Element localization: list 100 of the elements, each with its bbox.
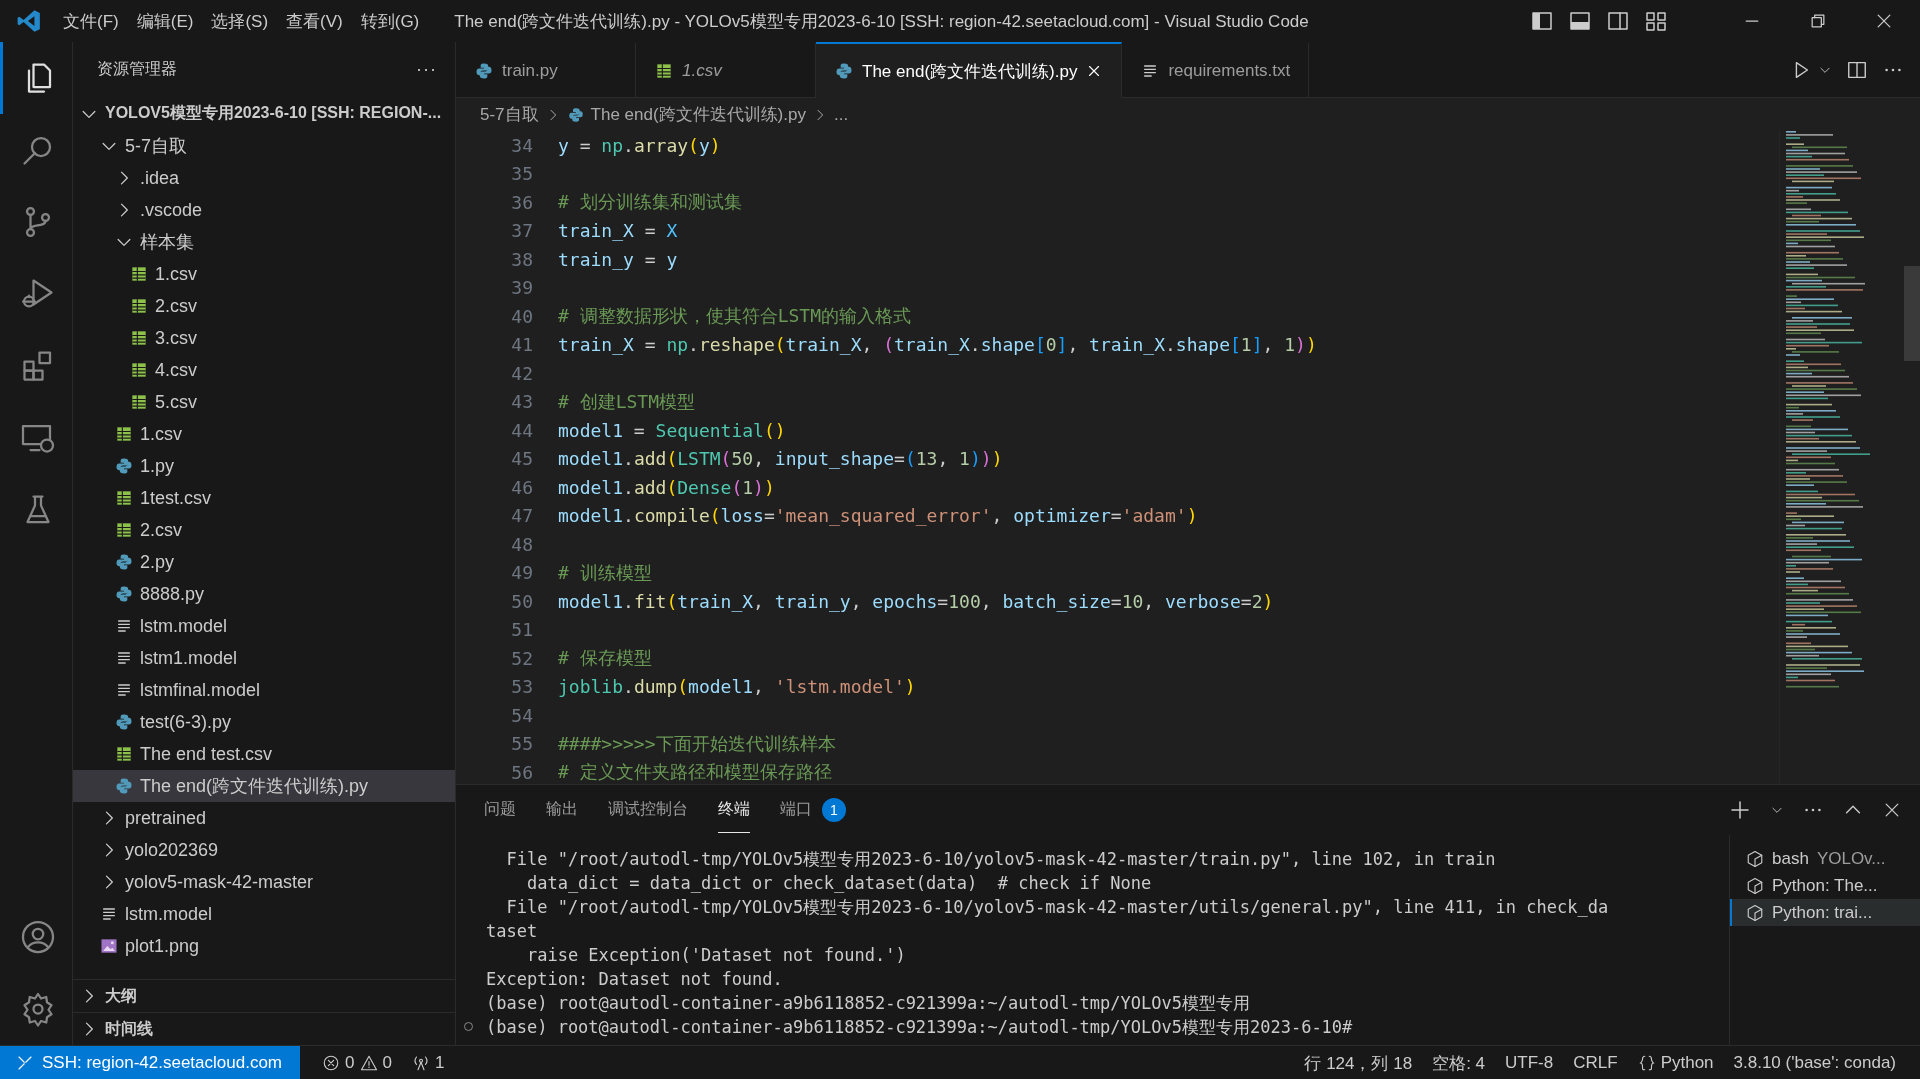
file-item[interactable]: 1.py [73,450,455,482]
line-number: 56 [510,761,533,783]
table-file-icon [114,520,134,540]
file-item[interactable]: 4.csv [73,354,455,386]
file-item[interactable]: 5.csv [73,386,455,418]
table-file-icon [129,264,149,284]
folder-item[interactable]: 样本集 [73,226,455,258]
table-file-icon [129,392,149,412]
line-number: 42 [510,362,533,384]
breadcrumb-item[interactable]: The end(跨文件迭代训练).py [590,103,806,126]
line-number: 44 [510,419,533,441]
python-file-icon [834,61,854,81]
python-file-icon [114,584,134,604]
grid-layout-icon[interactable] [1644,9,1668,33]
terminal-line: taset [486,921,538,941]
code-line: # 保存模型 [558,646,652,671]
file-item[interactable]: lstm1.model [73,642,455,674]
file-item[interactable]: 2.py [73,546,455,578]
line-number: 38 [510,248,533,270]
status-item[interactable]: 空格: 4 [1422,1051,1496,1075]
status-item[interactable]: UTF-8 [1495,1053,1564,1073]
split-layout-icon[interactable] [1606,9,1630,33]
status-item[interactable]: 3.8.10 ('base': conda) [1723,1053,1906,1073]
file-item[interactable]: plot1.png [73,930,455,962]
menu-item[interactable]: 转到(G) [351,5,429,37]
folder-item[interactable]: pretrained [73,802,455,834]
panel-tab[interactable]: 输出 [546,787,578,833]
menu-item[interactable]: 文件(F) [54,5,128,37]
menu-item[interactable]: 查看(V) [277,5,352,37]
file-item[interactable]: 3.csv [73,322,455,354]
panel-tab[interactable]: 调试控制台 [608,787,688,833]
file-item[interactable]: lstmfinal.model [73,674,455,706]
line-number: 54 [510,704,533,726]
ports-button[interactable]: 1 [401,1053,455,1073]
file-item[interactable]: The end test.csv [73,738,455,770]
table-file-icon [114,424,134,444]
count-badge: 1 [822,797,846,822]
line-number: 55 [510,733,533,755]
workspace-header[interactable]: YOLOV5模型专用2023-6-10 [SSH: REGION-... [73,97,455,130]
line-number: 46 [510,476,533,498]
python-file-icon [114,552,134,572]
panel-tab[interactable]: 端口 1 [780,785,846,835]
folder-item[interactable]: yolov5-mask-42-master [73,866,455,898]
add-icon[interactable] [1728,798,1752,822]
code-line: joblib.dump(model1, 'lstm.model') [558,676,916,698]
line-number: 39 [510,277,533,299]
file-item[interactable]: lstm.model [73,610,455,642]
line-number: 48 [510,533,533,555]
terminal-item[interactable]: bash YOLOv... [1730,845,1920,872]
editor-tab[interactable]: requirements.txt [1122,42,1310,97]
terminal-line: File "/root/autodl-tmp/YOLOv5模型专用2023-6-10/yolov5-mask-42-master/train.py", line 102, in train [505,847,1496,871]
code-line: model1 = Sequential() [558,419,786,441]
terminal-item[interactable]: Python: trai... [1730,899,1920,926]
terminal-line: raise Exception('Dataset not found.') [525,945,906,965]
folder-item[interactable]: .idea [73,162,455,194]
more-actions-button[interactable]: ··· [416,59,437,80]
menu-item[interactable]: 选择(S) [202,5,278,37]
file-item[interactable]: The end(跨文件迭代训练).py [73,770,455,802]
line-number: 47 [510,505,533,527]
file-item[interactable]: 1test.csv [73,482,455,514]
folder-item[interactable]: .vscode [73,194,455,226]
panel-layout-icon[interactable] [1568,9,1592,33]
remote-button[interactable]: SSH: region-42.seetacloud.com [0,1046,301,1079]
code-line: model1.fit(train_X, train_y, epochs=100, batch_size=10, verbose=2) [558,590,1274,612]
section-header[interactable]: 大纲 [73,979,455,1012]
file-item[interactable]: lstm.model [73,898,455,930]
language-button[interactable]: Python [1627,1053,1724,1073]
file-item[interactable]: 8888.py [73,578,455,610]
terminal-icon [1746,876,1764,895]
scrollbar-thumb[interactable] [1904,266,1920,361]
folder-item[interactable]: yolo202369 [73,834,455,866]
breadcrumb-item[interactable]: 5-7自取 [480,103,539,126]
file-item[interactable]: 1.csv [73,418,455,450]
terminal-item[interactable]: Python: The... [1730,872,1920,899]
code-line: model1.compile(loss='mean_squared_error', optimizer='adam') [558,505,1198,527]
file-item[interactable]: test(6-3).py [73,706,455,738]
code-line: model1.add(Dense(1)) [558,476,775,498]
python-file-icon [114,712,134,732]
line-number: 50 [510,590,533,612]
status-item[interactable]: 行 124，列 18 [1294,1051,1423,1075]
file-item[interactable]: 2.csv [73,290,455,322]
breadcrumb-item[interactable]: ... [833,104,849,125]
table-file-icon [114,744,134,764]
terminal-line: Exception: Dataset not found. [486,969,783,989]
sidebar-layout-icon[interactable] [1530,9,1554,33]
table-file-icon [129,360,149,380]
problems-button[interactable]: 0 0 [312,1053,402,1073]
line-number: 45 [510,448,533,470]
status-item[interactable]: CRLF [1563,1053,1628,1073]
code-line: # 定义文件夹路径和模型保存路径 [558,760,832,784]
account-icon[interactable] [19,919,56,955]
panel-tab[interactable]: 问题 [484,787,516,833]
folder-item[interactable]: 5-7自取 [73,130,455,162]
editor-tab[interactable]: train.py [456,42,636,97]
code-line: # 划分训练集和测试集 [558,190,742,215]
panel-tab[interactable]: 终端 [718,787,750,833]
file-item[interactable]: 1.csv [73,258,455,290]
menu-item[interactable]: 编辑(E) [127,5,203,37]
editor-tab[interactable]: The end(跨文件迭代训练).py [816,42,1123,98]
file-item[interactable]: 2.csv [73,514,455,546]
